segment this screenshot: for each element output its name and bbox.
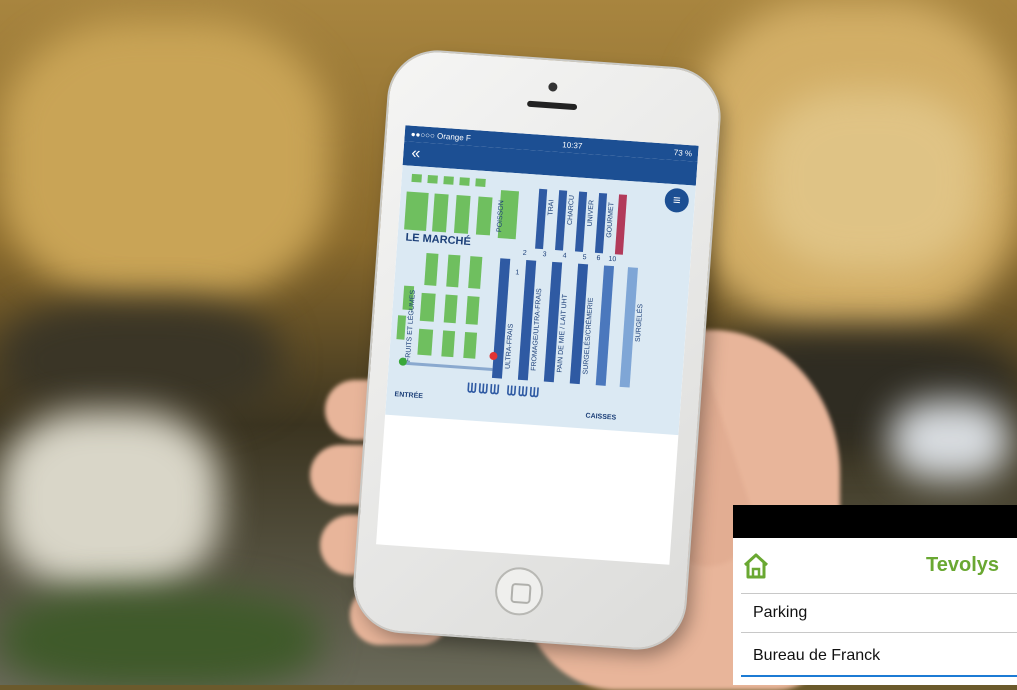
smartphone: ●●○○○ Orange F 10:37 73 % « ≡ LE MARCHÉ xyxy=(352,49,722,651)
map-block xyxy=(468,256,483,289)
store-map[interactable]: ≡ LE MARCHÉ POISSON TRAI CHARCU UNIVER G… xyxy=(385,165,696,436)
route-path xyxy=(404,361,493,371)
label-caisses: CAISSES xyxy=(585,412,617,422)
phone-screen: ●●○○○ Orange F 10:37 73 % « ≡ LE MARCHÉ xyxy=(376,125,699,565)
shelf-shadow-blur xyxy=(0,300,280,420)
map-block xyxy=(427,174,438,184)
aisle-number: 2 xyxy=(522,249,527,258)
map-block xyxy=(404,191,429,231)
aisle xyxy=(555,190,568,251)
label-surgeles: SURGELÉS xyxy=(634,303,645,343)
tevolys-inset-panel: Tevolys Parking Bureau de Franck xyxy=(733,505,1017,685)
shelf-light-blur xyxy=(760,90,980,270)
map-block xyxy=(459,177,470,186)
aisle-number: 5 xyxy=(582,253,587,262)
hamburger-icon[interactable]: ≡ xyxy=(663,187,690,214)
zone-title: LE MARCHÉ xyxy=(405,231,472,249)
shelf-product-blur xyxy=(0,20,330,300)
map-block xyxy=(396,315,407,340)
label-gourmet: GOURMET xyxy=(606,201,616,239)
clock-label: 10:37 xyxy=(562,139,583,151)
price-tag-blur xyxy=(890,400,1010,480)
map-block xyxy=(419,292,436,322)
list-item-label: Parking xyxy=(753,604,808,621)
list-item-label: Bureau de Franck xyxy=(753,647,881,664)
aisle-number: 10 xyxy=(608,255,617,264)
earpiece-speaker xyxy=(526,100,578,111)
map-block xyxy=(443,176,454,185)
map-block xyxy=(446,254,461,288)
aisle xyxy=(574,191,588,252)
map-block xyxy=(453,195,471,234)
aisle-number: 6 xyxy=(596,254,601,263)
aisle-number: 4 xyxy=(562,252,567,260)
aisle xyxy=(535,188,548,250)
map-block xyxy=(417,328,434,356)
carrier-label: ●●○○○ Orange F xyxy=(410,129,472,143)
map-block xyxy=(475,196,493,236)
inset-top-bar xyxy=(733,505,1017,538)
map-block xyxy=(443,294,458,324)
brand-title: Tevolys xyxy=(926,554,999,576)
label-charcuterie: CHARCU xyxy=(566,194,576,226)
map-block xyxy=(463,331,478,359)
list-item[interactable]: Bureau de Franck xyxy=(741,637,1017,677)
aisle-number: 3 xyxy=(542,251,547,259)
label-entree: ENTRÉE xyxy=(394,391,424,401)
home-button[interactable] xyxy=(493,565,545,617)
map-block xyxy=(475,178,486,187)
label-univers: UNIVER xyxy=(586,199,596,227)
shelf-bottom-blur xyxy=(0,590,320,685)
checkout-lanes: ᗯᗯᗯ ᗯᗯᗯ xyxy=(466,380,542,401)
map-block xyxy=(432,193,449,233)
aisle-highlight xyxy=(614,194,628,255)
label-ultra-frais: ULTRA-FRAIS xyxy=(504,323,515,370)
battery-label: 73 % xyxy=(673,147,693,158)
map-block xyxy=(441,330,456,358)
list-item[interactable]: Parking xyxy=(741,593,1017,633)
price-tag-blur xyxy=(0,410,220,590)
aisle-number: 1 xyxy=(515,269,520,277)
inset-header: Tevolys xyxy=(733,538,1017,593)
aisle xyxy=(595,265,615,386)
label-traiteur: TRAI xyxy=(547,199,556,216)
aisle xyxy=(594,192,608,254)
map-block xyxy=(411,173,422,183)
double-chevron-left-icon[interactable]: « xyxy=(411,145,421,164)
front-camera xyxy=(548,82,558,92)
home-icon[interactable] xyxy=(741,551,771,581)
map-block xyxy=(424,253,439,286)
map-block xyxy=(465,296,480,325)
